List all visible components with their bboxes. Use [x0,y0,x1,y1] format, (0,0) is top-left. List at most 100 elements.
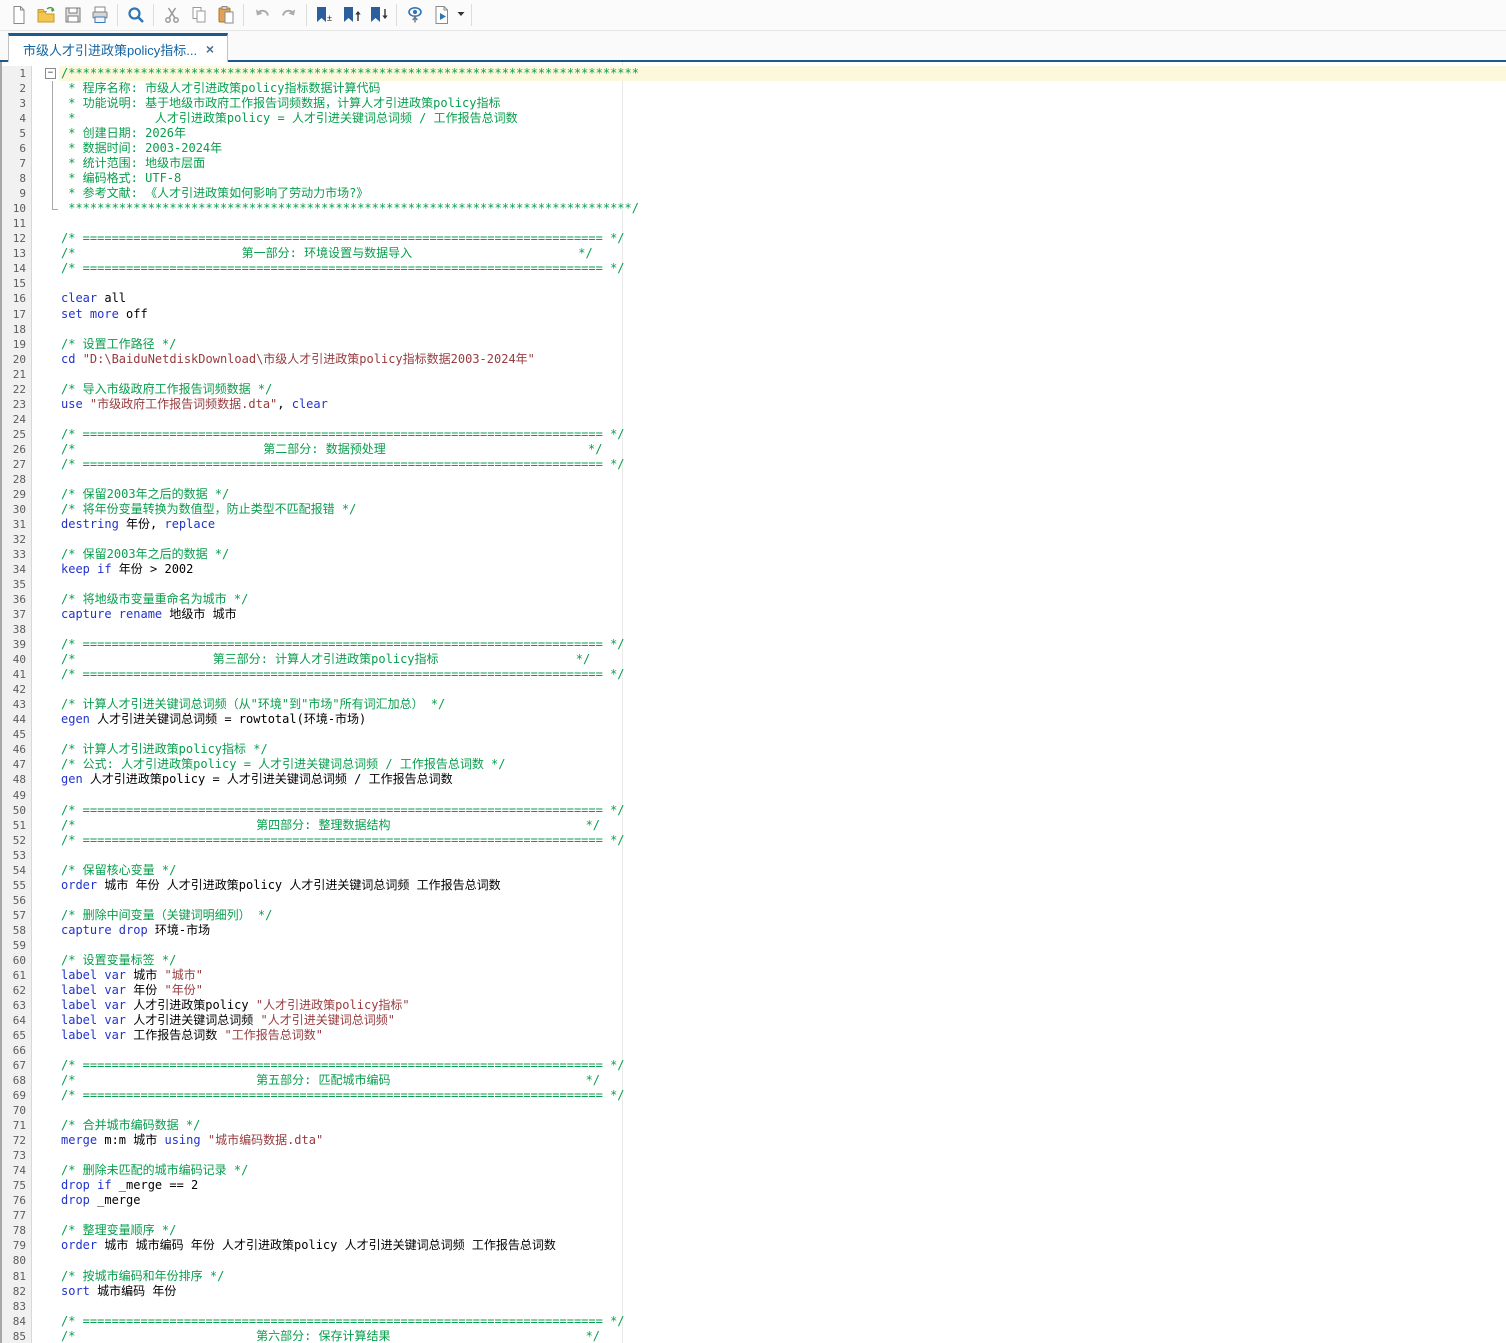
open-file-button[interactable] [32,2,59,28]
find-button[interactable] [122,2,149,28]
cut-button[interactable] [158,2,185,28]
code-line[interactable]: 13 /* 第一部分: 环境设置与数据导入 */ [2,246,1506,262]
code-line[interactable]: 60 /* 设置变量标签 */ [2,952,1506,968]
code-line[interactable]: 3 * 功能说明: 基于地级市政府工作报告词频数据，计算人才引进政策policy… [2,96,1506,112]
code-line[interactable]: 24 [2,411,1506,427]
code-line[interactable]: 76 drop _merge [2,1193,1506,1209]
code-line[interactable]: 75 drop if _merge == 2 [2,1178,1506,1194]
code-line[interactable]: 72 merge m:m 城市 using "城市编码数据.dta" [2,1133,1506,1149]
code-line[interactable]: 36 /* 将地级市变量重命名为城市 */ [2,592,1506,608]
code-line[interactable]: 55 order 城市 年份 人才引进政策policy 人才引进关键词总词频 工作… [2,877,1506,893]
code-line[interactable]: 79 order 城市 城市编码 年份 人才引进政策policy 人才引进关键词总… [2,1238,1506,1254]
code-line[interactable]: 46 /* 计算人才引进政策policy指标 */ [2,742,1506,758]
code-line[interactable]: 54 /* 保留核心变量 */ [2,862,1506,878]
code-line[interactable]: 58 capture drop 环境-市场 [2,922,1506,938]
code-line[interactable]: 29 /* 保留2003年之后的数据 */ [2,486,1506,502]
code-line[interactable]: 80 [2,1253,1506,1269]
code-line[interactable]: 18 [2,321,1506,337]
code-line[interactable]: 81 /* 按城市编码和年份排序 */ [2,1268,1506,1284]
code-line[interactable]: 70 [2,1103,1506,1119]
undo-button[interactable] [248,2,275,28]
code-line[interactable]: 11 [2,216,1506,232]
code-line[interactable]: 83 [2,1298,1506,1314]
code-line[interactable]: 33 /* 保留2003年之后的数据 */ [2,547,1506,563]
code-line[interactable]: 32 [2,531,1506,547]
execute-do-button[interactable] [428,2,455,28]
code-line[interactable]: 77 [2,1208,1506,1224]
code-line[interactable]: 40 /* 第三部分: 计算人才引进政策policy指标 */ [2,652,1506,668]
code-line[interactable]: 66 [2,1043,1506,1059]
code-line[interactable]: 15 [2,276,1506,292]
code-line[interactable]: 2 * 程序名称: 市级人才引进政策policy指标数据计算代码 [2,81,1506,97]
code-line[interactable]: 9 * 参考文献: 《人才引进政策如何影响了劳动力市场?》 [2,186,1506,202]
code-line[interactable]: 7 * 统计范围: 地级市层面 [2,156,1506,172]
code-line[interactable]: 51 /* 第四部分: 整理数据结构 */ [2,817,1506,833]
code-line[interactable]: 73 [2,1148,1506,1164]
execute-menu-button[interactable] [455,2,467,28]
save-file-button[interactable] [59,2,86,28]
fold-collapse-button[interactable]: − [45,68,56,79]
code-line[interactable]: 34 keep if 年份 > 2002 [2,562,1506,578]
code-line[interactable]: 44 egen 人才引进关键词总词频 = rowtotal(环境-市场) [2,712,1506,728]
code-line[interactable]: 45 [2,727,1506,743]
new-file-button[interactable] [5,2,32,28]
code-line[interactable]: 49 [2,787,1506,803]
code-line[interactable]: 56 [2,892,1506,908]
code-line[interactable]: 14 /* ===================================… [2,261,1506,277]
code-line[interactable]: 23 use "市级政府工作报告词频数据.dta", clear [2,396,1506,412]
code-line[interactable]: 19 /* 设置工作路径 */ [2,336,1506,352]
code-line[interactable]: 43 /* 计算人才引进关键词总词频（从"环境"到"市场"所有词汇加总） */ [2,697,1506,713]
code-line[interactable]: 35 [2,577,1506,593]
code-line[interactable]: 61 label var 城市 "城市" [2,967,1506,983]
code-line[interactable]: 69 /* ===================================… [2,1088,1506,1104]
code-line[interactable]: 1 −/*************************************… [2,66,1506,82]
code-line[interactable]: 57 /* 删除中间变量（关键词明细列） */ [2,907,1506,923]
code-line[interactable]: 6 * 数据时间: 2003-2024年 [2,141,1506,157]
code-line[interactable]: 78 /* 整理变量顺序 */ [2,1223,1506,1239]
tab-close-button[interactable]: × [201,41,219,57]
code-line[interactable]: 71 /* 合并城市编码数据 */ [2,1118,1506,1134]
bookmark-toggle-button[interactable]: ± [311,2,338,28]
redo-button[interactable] [275,2,302,28]
code-line[interactable]: 28 [2,471,1506,487]
bookmark-previous-button[interactable] [338,2,365,28]
paste-button[interactable] [212,2,239,28]
code-line[interactable]: 68 /* 第五部分: 匹配城市编码 */ [2,1073,1506,1089]
code-line[interactable]: 50 /* ===================================… [2,802,1506,818]
code-line[interactable]: 21 [2,366,1506,382]
code-line[interactable]: 27 /* ===================================… [2,456,1506,472]
code-line[interactable]: 17 set more off [2,306,1506,322]
code-line[interactable]: 20 cd "D:\BaiduNetdiskDownload\市级人才引进政策po… [2,351,1506,367]
code-line[interactable]: 42 [2,682,1506,698]
code-line[interactable]: 5 * 创建日期: 2026年 [2,126,1506,142]
code-line[interactable]: 12 /* ===================================… [2,231,1506,247]
code-line[interactable]: 22 /* 导入市级政府工作报告词频数据 */ [2,381,1506,397]
code-line[interactable]: 67 /* ===================================… [2,1058,1506,1074]
code-line[interactable]: 84 /* ===================================… [2,1313,1506,1329]
preview-button[interactable] [401,2,428,28]
code-line[interactable]: 85 /* 第六部分: 保存计算结果 */ [2,1328,1506,1343]
tab-dofile[interactable]: 市级人才引进政策policy指标... × [8,33,228,62]
code-line[interactable]: 52 /* ===================================… [2,832,1506,848]
code-line[interactable]: 30 /* 将年份变量转换为数值型，防止类型不匹配报错 */ [2,501,1506,517]
code-line[interactable]: 39 /* ===================================… [2,637,1506,653]
bookmark-next-button[interactable] [365,2,392,28]
code-line[interactable]: 41 /* ===================================… [2,667,1506,683]
code-line[interactable]: 48 gen 人才引进政策policy = 人才引进关键词总词频 / 工作报告总词… [2,772,1506,788]
code-line[interactable]: 16 clear all [2,291,1506,307]
code-line[interactable]: 74 /* 删除未匹配的城市编码记录 */ [2,1163,1506,1179]
code-line[interactable]: 10 *************************************… [2,201,1506,217]
code-line[interactable]: 59 [2,937,1506,953]
code-line[interactable]: 38 [2,622,1506,638]
code-line[interactable]: 8 * 编码格式: UTF-8 [2,171,1506,187]
code-line[interactable]: 31 destring 年份, replace [2,516,1506,532]
code-line[interactable]: 4 * 人才引进政策policy = 人才引进关键词总词频 / 工作报告总词数 [2,111,1506,127]
code-line[interactable]: 65 label var 工作报告总词数 "工作报告总词数" [2,1028,1506,1044]
code-line[interactable]: 62 label var 年份 "年份" [2,982,1506,998]
code-line[interactable]: 26 /* 第二部分: 数据预处理 */ [2,441,1506,457]
code-line[interactable]: 64 label var 人才引进关键词总词频 "人才引进关键词总词频" [2,1012,1506,1028]
copy-button[interactable] [185,2,212,28]
code-line[interactable]: 53 [2,847,1506,863]
code-line[interactable]: 37 capture rename 地级市 城市 [2,607,1506,623]
code-line[interactable]: 82 sort 城市编码 年份 [2,1283,1506,1299]
